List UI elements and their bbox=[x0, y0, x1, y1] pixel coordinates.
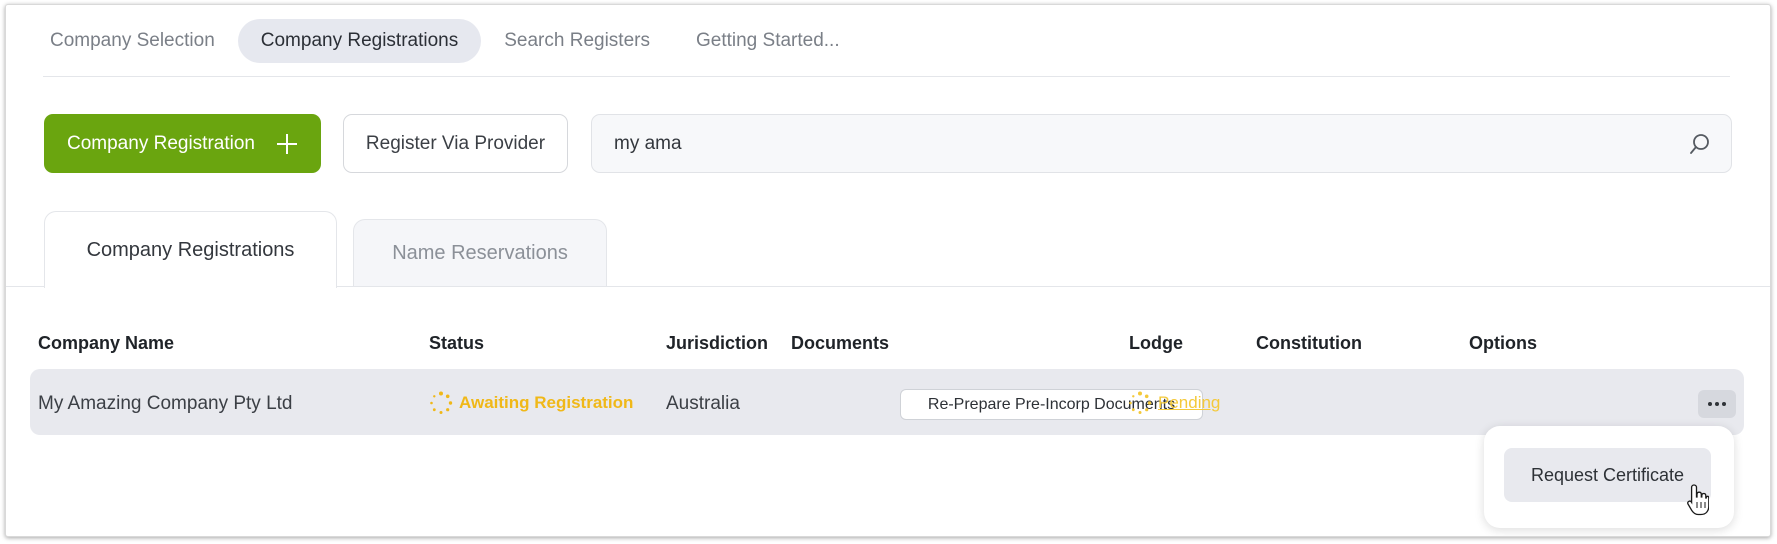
request-certificate-item[interactable]: Request Certificate bbox=[1504, 448, 1711, 502]
row-options-button[interactable] bbox=[1698, 390, 1736, 418]
header-lodge: Lodge bbox=[1129, 333, 1183, 353]
lodge-pending-link[interactable]: Pending bbox=[1158, 393, 1220, 413]
more-dot-icon bbox=[1715, 402, 1719, 406]
lodge-cell: Pending bbox=[1128, 391, 1220, 415]
header-options: Options bbox=[1469, 333, 1537, 353]
top-navigation: Company Selection Company Registrations … bbox=[43, 19, 863, 63]
jurisdiction-cell: Australia bbox=[666, 393, 740, 414]
tab-name-reservations[interactable]: Name Reservations bbox=[353, 219, 607, 287]
nav-company-selection[interactable]: Company Selection bbox=[43, 19, 238, 63]
pending-spinner-icon bbox=[1129, 391, 1152, 414]
search-input[interactable] bbox=[592, 115, 1672, 172]
plus-icon bbox=[276, 133, 297, 154]
app-window: Company Selection Company Registrations … bbox=[5, 4, 1771, 537]
register-via-provider-button[interactable]: Register Via Provider bbox=[343, 114, 568, 173]
header-status: Status bbox=[429, 333, 485, 353]
header-documents: Documents bbox=[791, 333, 890, 353]
search-field[interactable] bbox=[591, 114, 1732, 173]
more-dot-icon bbox=[1708, 402, 1712, 406]
awaiting-spinner-icon bbox=[430, 391, 453, 414]
header-company-name: Company Name bbox=[38, 333, 175, 353]
header-jurisdiction: Jurisdiction bbox=[666, 333, 769, 353]
hand-cursor-icon bbox=[1687, 484, 1709, 516]
add-company-registration-button[interactable]: Company Registration bbox=[44, 114, 321, 173]
company-name-cell: My Amazing Company Pty Ltd bbox=[38, 393, 293, 414]
nav-company-registrations[interactable]: Company Registrations bbox=[237, 19, 482, 63]
nav-search-registers[interactable]: Search Registers bbox=[481, 19, 673, 63]
header-constitution: Constitution bbox=[1256, 333, 1362, 353]
nav-getting-started[interactable]: Getting Started... bbox=[673, 19, 863, 63]
add-company-registration-label: Company Registration bbox=[67, 132, 255, 154]
status-label: Awaiting Registration bbox=[459, 393, 634, 412]
more-dot-icon bbox=[1722, 402, 1726, 406]
search-icon[interactable] bbox=[1689, 133, 1711, 155]
tab-company-registrations[interactable]: Company Registrations bbox=[44, 211, 337, 288]
status-cell: Awaiting Registration bbox=[429, 391, 633, 415]
nav-divider bbox=[43, 76, 1730, 77]
